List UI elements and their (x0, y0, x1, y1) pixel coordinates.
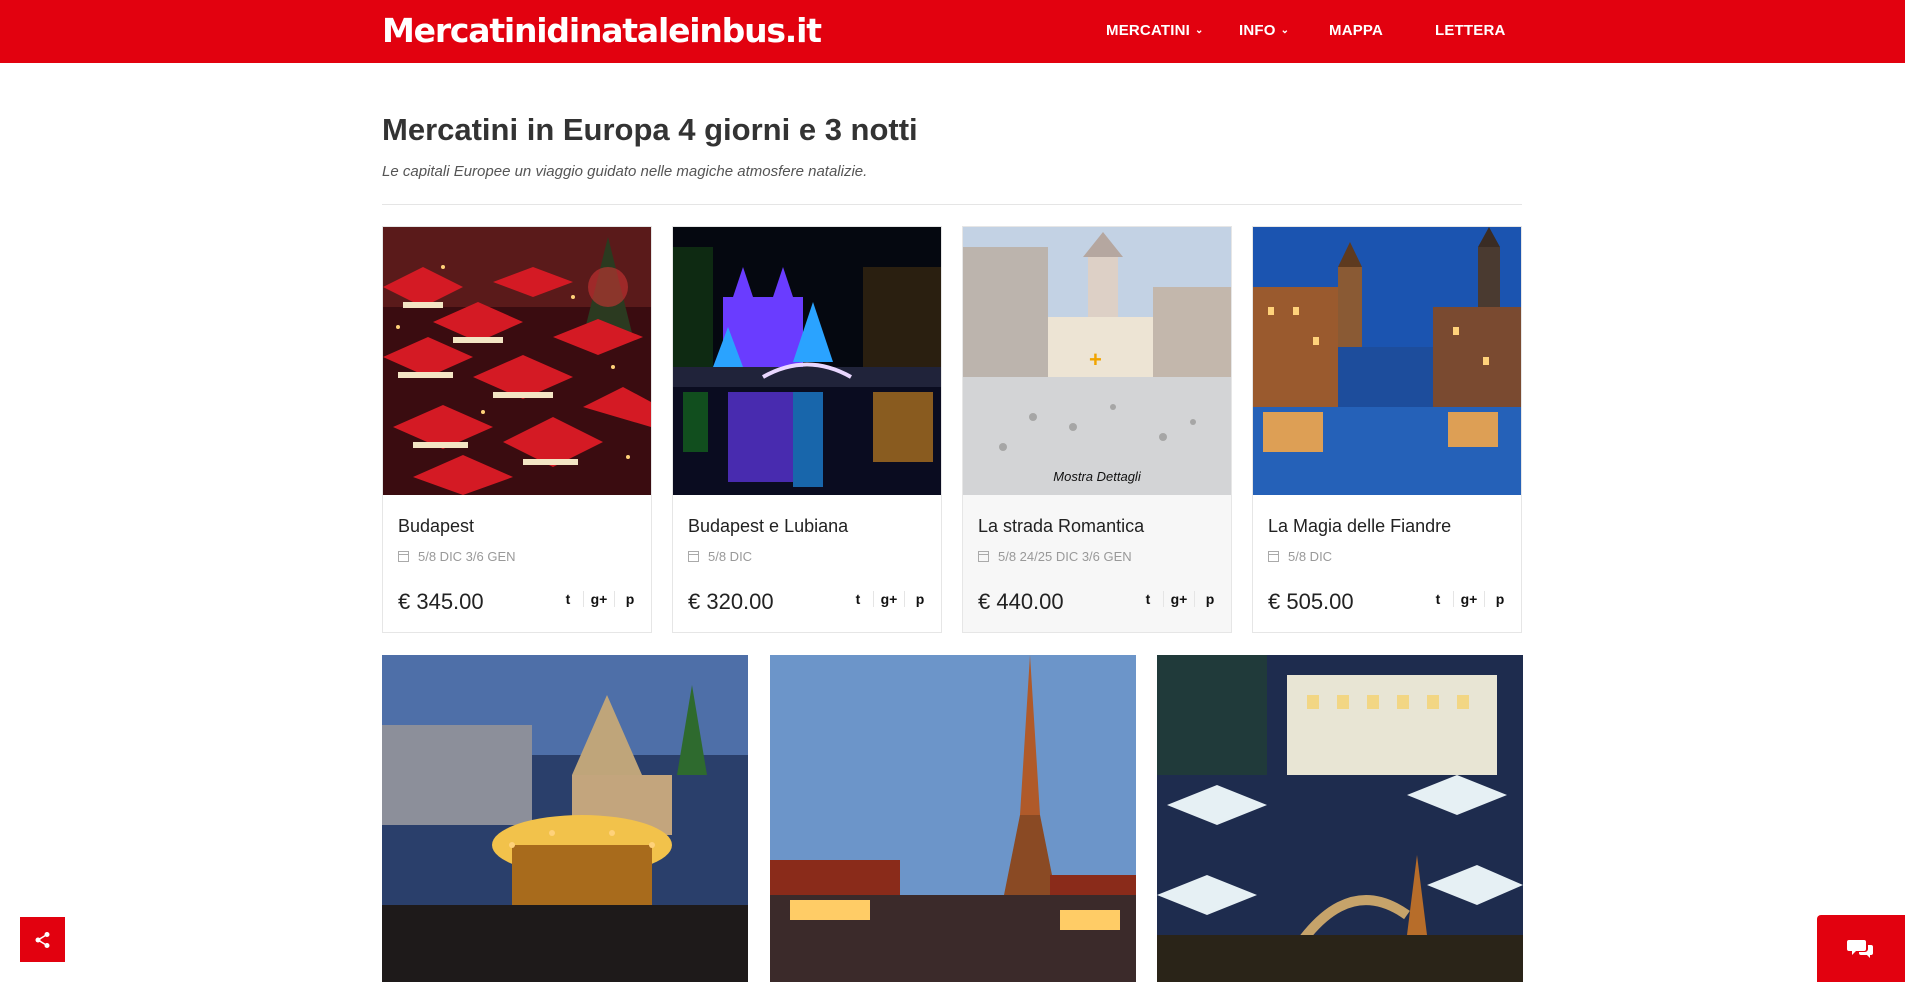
gallery-image-frankfurt[interactable] (382, 655, 748, 982)
google-plus-icon[interactable]: g+ (1453, 591, 1484, 607)
tour-card[interactable]: La Magia delle Fiandre 5/8 DIC € 505.00 … (1252, 226, 1522, 633)
twitter-icon[interactable]: t (553, 591, 583, 607)
google-plus-icon[interactable]: g+ (583, 591, 614, 607)
nav-lettera[interactable]: LETTERA (1435, 22, 1506, 39)
tour-date: 5/8 DIC 3/6 GEN (398, 549, 516, 564)
pinterest-icon[interactable]: p (1484, 591, 1515, 607)
tour-title[interactable]: Budapest (398, 516, 474, 537)
tour-date: 5/8 DIC (688, 549, 752, 564)
tour-card[interactable]: + Mostra Dettagli La strada Romantica 5/… (962, 226, 1232, 633)
tour-title[interactable]: La strada Romantica (978, 516, 1144, 537)
page-subtitle: Le capitali Europee un viaggio guidato n… (382, 163, 868, 180)
nav-info[interactable]: INFO ⌄ (1239, 22, 1289, 39)
divider (382, 204, 1522, 205)
tour-price: € 440.00 (978, 589, 1064, 614)
chat-button[interactable] (1817, 915, 1905, 982)
share-button[interactable] (20, 917, 65, 962)
tour-title[interactable]: Budapest e Lubiana (688, 516, 848, 537)
gallery-image-bolzano[interactable] (1157, 655, 1523, 982)
tour-date-text: 5/8 DIC 3/6 GEN (418, 549, 516, 564)
share-icon (35, 931, 49, 948)
show-details-link[interactable]: Mostra Dettagli (963, 469, 1231, 484)
nav-mappa-label: MAPPA (1329, 22, 1384, 39)
tour-date-text: 5/8 DIC (708, 549, 753, 564)
chevron-down-icon: ⌄ (1280, 25, 1290, 36)
tour-image-fiandre[interactable] (1253, 227, 1521, 495)
tour-card[interactable]: Budapest e Lubiana 5/8 DIC € 320.00 t g+… (672, 226, 942, 633)
google-plus-icon[interactable]: g+ (1163, 591, 1194, 607)
tour-image-strada-romantica[interactable]: + Mostra Dettagli (963, 227, 1231, 495)
pinterest-icon[interactable]: p (1194, 591, 1225, 607)
twitter-icon[interactable]: t (1423, 591, 1453, 607)
nav-lettera-label: LETTERA (1435, 22, 1506, 39)
plus-icon[interactable]: + (1089, 347, 1102, 373)
calendar-icon (1268, 551, 1279, 562)
page-title: Mercatini in Europa 4 giorni e 3 notti (382, 112, 918, 147)
tour-price: € 320.00 (688, 589, 774, 614)
nav-mappa[interactable]: MAPPA (1329, 22, 1383, 39)
gallery-image-paris[interactable] (770, 655, 1136, 982)
share-links: t g+ p (1423, 588, 1515, 610)
google-plus-icon[interactable]: g+ (873, 591, 904, 607)
tour-title[interactable]: La Magia delle Fiandre (1268, 516, 1451, 537)
tour-image-budapest-lubiana[interactable] (673, 227, 941, 495)
tour-price: € 345.00 (398, 589, 484, 614)
twitter-icon[interactable]: t (843, 591, 873, 607)
nav-mercatini-label: MERCATINI (1106, 22, 1191, 39)
tour-date: 5/8 24/25 DIC 3/6 GEN (978, 549, 1132, 564)
tour-date-text: 5/8 24/25 DIC 3/6 GEN (998, 549, 1132, 564)
share-links: t g+ p (843, 588, 935, 610)
tour-date: 5/8 DIC (1268, 549, 1332, 564)
tour-price: € 505.00 (1268, 589, 1354, 614)
tour-date-text: 5/8 DIC (1288, 549, 1333, 564)
share-links: t g+ p (553, 588, 645, 610)
share-links: t g+ p (1133, 588, 1225, 610)
nav-info-label: INFO (1239, 22, 1276, 39)
calendar-icon (688, 551, 699, 562)
pinterest-icon[interactable]: p (614, 591, 645, 607)
chevron-down-icon: ⌄ (1195, 25, 1204, 36)
site-logo[interactable]: Mercatinidinataleinbus.it (382, 9, 822, 53)
chat-icon (1847, 939, 1873, 958)
pinterest-icon[interactable]: p (904, 591, 935, 607)
nav-mercatini[interactable]: MERCATINI ⌄ (1106, 22, 1204, 39)
tour-card[interactable]: Budapest 5/8 DIC 3/6 GEN € 345.00 t g+ p (382, 226, 652, 633)
twitter-icon[interactable]: t (1133, 591, 1163, 607)
tour-image-budapest[interactable] (383, 227, 651, 495)
calendar-icon (978, 551, 989, 562)
top-navbar: Mercatinidinataleinbus.it MERCATINI ⌄ INF… (0, 0, 1905, 63)
calendar-icon (398, 551, 409, 562)
